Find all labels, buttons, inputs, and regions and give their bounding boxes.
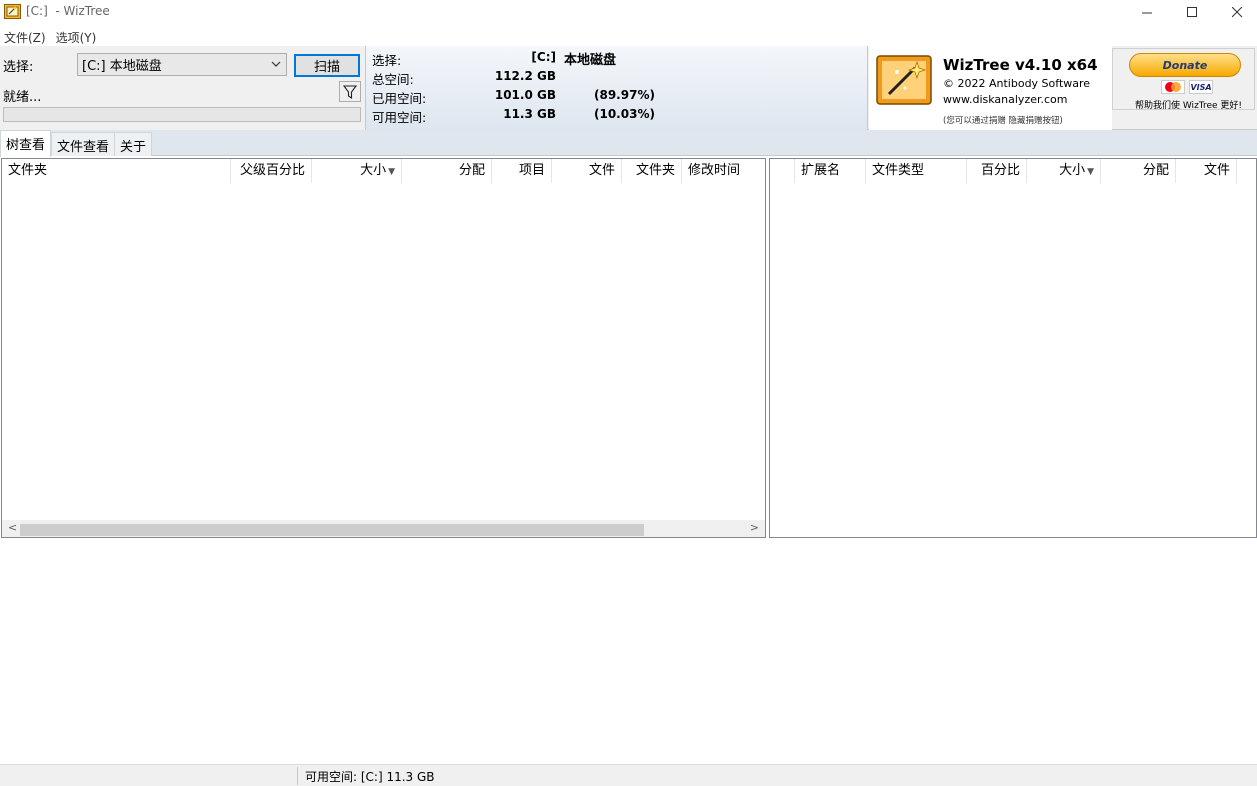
col-file-type[interactable]: 文件类型 — [866, 159, 967, 183]
donate-button[interactable]: Donate — [1129, 53, 1241, 77]
info-used-value: 101.0 GB — [494, 88, 556, 102]
tab-about[interactable]: 关于 — [114, 132, 153, 156]
window-title: [C:] - WizTree — [26, 4, 110, 18]
donate-note: 帮助我们使 WizTree 更好! — [1135, 101, 1243, 111]
extension-list-header: 扩展名 文件类型 百分比 大小 ▼ 分配 文件 — [770, 159, 1256, 183]
select-label: 选择: — [3, 60, 34, 75]
col-percent[interactable]: 百分比 — [967, 159, 1027, 183]
tree-list-header: 文件夹 父级百分比 大小 ▼ 分配 项目 文件 文件夹 修改时间 — [2, 159, 765, 183]
scroll-thumb[interactable] — [20, 524, 644, 536]
col-folders[interactable]: 文件夹 — [622, 159, 682, 183]
scan-controls: 选择: [C:] 本地磁盘 扫描 就绪... — [0, 46, 365, 130]
extension-list-pane[interactable]: 扩展名 文件类型 百分比 大小 ▼ 分配 文件 — [769, 158, 1257, 538]
minimize-button[interactable] — [1124, 0, 1170, 24]
donate-panel: Donate VISA 帮助我们使 WizTree 更好! — [1112, 48, 1255, 111]
col-ext-allocated[interactable]: 分配 — [1101, 159, 1176, 183]
tab-bar: 树查看 文件查看 关于 — [0, 130, 1257, 157]
scan-status: 就绪... — [3, 90, 42, 105]
brand-note: (您可以通过捐赠 隐藏捐赠按钮) — [943, 116, 1063, 126]
info-free-percent: (10.03%) — [594, 107, 655, 121]
close-button[interactable] — [1214, 0, 1257, 24]
status-segment — [2, 767, 298, 785]
scroll-right-icon[interactable]: > — [750, 521, 759, 534]
wiztree-logo-icon[interactable] — [875, 52, 935, 110]
scan-progress-bar — [3, 107, 361, 122]
col-items[interactable]: 项目 — [492, 159, 552, 183]
info-free-label: 可用空间: — [372, 110, 427, 125]
disk-info-panel: 选择: [C:] 本地磁盘 总空间: 112.2 GB 已用空间: 101.0 … — [365, 46, 868, 130]
menu-file[interactable]: 文件(Z) — [0, 26, 52, 46]
info-drive: [C:] — [531, 50, 556, 64]
minimize-icon — [1141, 12, 1152, 13]
tab-tree-view[interactable]: 树查看 — [0, 130, 52, 157]
close-icon — [1231, 6, 1242, 17]
info-row-total: 总空间: 112.2 GB — [372, 69, 862, 88]
scan-button[interactable]: 扫描 — [294, 54, 360, 77]
col-parent-percent[interactable]: 父级百分比 — [231, 159, 312, 183]
info-used-percent: (89.97%) — [594, 88, 655, 102]
brand-panel: WizTree v4.10 x64 © 2022 Antibody Softwa… — [869, 46, 1112, 130]
col-folder[interactable]: 文件夹 — [2, 159, 231, 183]
info-select-label: 选择: — [372, 53, 402, 68]
brand-title: WizTree v4.10 x64 — [943, 56, 1098, 74]
mastercard-icon — [1161, 80, 1185, 94]
chevron-down-icon — [271, 61, 281, 67]
info-total-value: 112.2 GB — [494, 69, 556, 83]
status-free-space: 可用空间: [C:] 11.3 GB — [305, 770, 435, 784]
status-bar: 可用空间: [C:] 11.3 GB — [0, 764, 1257, 786]
col-allocated[interactable]: 分配 — [402, 159, 492, 183]
col-size-label: 大小 — [360, 163, 387, 178]
payment-cards: VISA — [1161, 80, 1213, 94]
tree-list-pane[interactable]: 文件夹 父级百分比 大小 ▼ 分配 项目 文件 文件夹 修改时间 < > — [1, 158, 766, 538]
col-extension[interactable]: 扩展名 — [795, 159, 866, 183]
menu-bar: 文件(Z) 选项(Y) — [0, 26, 1257, 46]
tab-file-view[interactable]: 文件查看 — [51, 132, 116, 156]
scroll-left-icon[interactable]: < — [8, 521, 17, 534]
info-free-value: 11.3 GB — [503, 107, 556, 121]
title-bar: [C:] - WizTree — [0, 0, 1257, 26]
filter-button[interactable] — [339, 81, 361, 102]
top-panel: 选择: [C:] 本地磁盘 扫描 就绪... 选择: [C:] 本地磁盘 总空间… — [0, 46, 1257, 130]
menu-options[interactable]: 选项(Y) — [52, 26, 103, 46]
info-used-label: 已用空间: — [372, 91, 427, 106]
col-ext-files[interactable]: 文件 — [1176, 159, 1237, 183]
col-color[interactable] — [770, 159, 795, 183]
col-ext-size-label: 大小 — [1059, 163, 1086, 178]
wiztree-app-icon — [4, 4, 21, 19]
drive-select-value: [C:] 本地磁盘 — [82, 59, 162, 74]
col-size[interactable]: 大小 ▼ — [312, 159, 402, 183]
col-files[interactable]: 文件 — [552, 159, 622, 183]
brand-copyright: © 2022 Antibody Software — [943, 77, 1091, 90]
col-ext-size[interactable]: 大小 ▼ — [1027, 159, 1101, 183]
info-row-select: 选择: [C:] 本地磁盘 — [372, 50, 862, 69]
sort-desc-icon: ▼ — [388, 167, 395, 177]
info-drive-name: 本地磁盘 — [564, 53, 617, 68]
visa-icon: VISA — [1189, 80, 1213, 94]
brand-url-link[interactable]: www.diskanalyzer.com — [943, 93, 1068, 106]
info-total-label: 总空间: — [372, 72, 414, 87]
info-row-used: 已用空间: 101.0 GB (89.97%) — [372, 88, 862, 107]
maximize-icon — [1186, 6, 1197, 17]
info-row-free: 可用空间: 11.3 GB (10.03%) — [372, 107, 862, 126]
filter-icon — [343, 84, 357, 99]
drive-select[interactable]: [C:] 本地磁盘 — [77, 53, 287, 76]
sort-desc-icon: ▼ — [1087, 167, 1094, 177]
maximize-button[interactable] — [1169, 0, 1215, 24]
col-modified[interactable]: 修改时间 — [682, 159, 765, 183]
tree-horizontal-scrollbar[interactable]: < > — [2, 520, 765, 537]
